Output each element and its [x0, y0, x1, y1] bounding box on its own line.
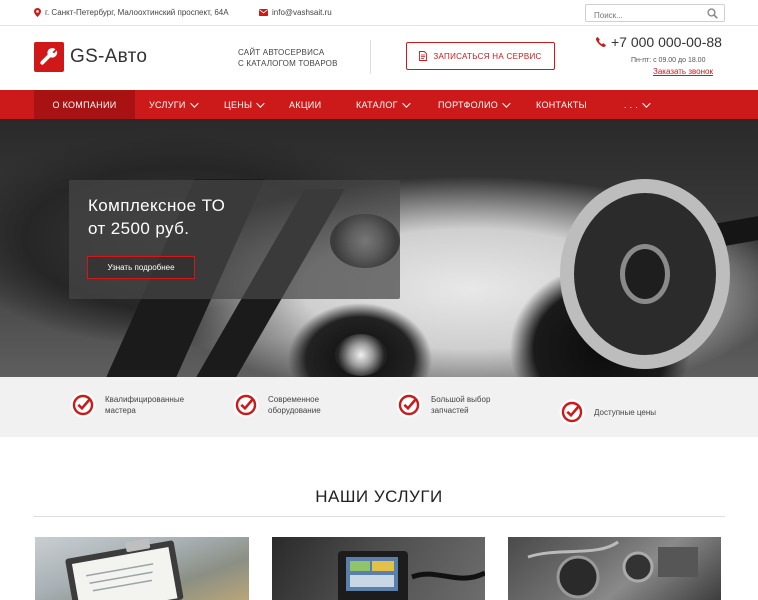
tagline-line-2: С КАТАЛОГОМ ТОВАРОВ: [238, 59, 338, 68]
feature-line-1: Доступные цены: [594, 407, 656, 417]
nav-item-catalog[interactable]: КАТАЛОГ: [356, 90, 411, 119]
check-circle-icon: [396, 392, 422, 418]
feature-text: Квалифицированные мастера: [105, 394, 184, 416]
nav-item-label: КАТАЛОГ: [356, 99, 398, 110]
feature-text: Современное оборудование: [268, 394, 321, 416]
feature-line-1: Большой выбор: [431, 395, 491, 404]
nav-item-more[interactable]: . . .: [624, 90, 651, 119]
diagnostic-scanner-image: [338, 551, 485, 600]
feature-line-1: Квалифицированные: [105, 395, 185, 404]
nav-item-label: ЦЕНЫ: [224, 99, 253, 110]
clipboard-image: [65, 538, 184, 600]
map-pin-icon: [34, 8, 41, 17]
check-circle-icon: [70, 392, 96, 418]
services-divider: [33, 516, 725, 517]
nav-item-contacts[interactable]: КОНТАКТЫ: [536, 90, 587, 119]
engine-bay-image: [527, 540, 698, 599]
nav-item-services[interactable]: УСЛУГИ: [149, 90, 199, 119]
services-title: НАШИ УСЛУГИ: [315, 487, 443, 506]
address: г. Санкт-Петербург, Малоохтинский проспе…: [34, 8, 229, 17]
logo-mark[interactable]: [34, 42, 64, 72]
nav-item-label: УСЛУГИ: [149, 99, 186, 110]
phone-icon: [596, 37, 606, 47]
tagline: САЙТ АВТОСЕРВИСА С КАТАЛОГОМ ТОВАРОВ: [238, 47, 338, 69]
hero-image-headlight: [335, 334, 387, 376]
book-service-button[interactable]: ЗАПИСАТЬСЯ НА СЕРВИС: [406, 42, 555, 70]
nav-item-label: . . .: [624, 99, 639, 110]
address-text: г. Санкт-Петербург, Малоохтинский проспе…: [45, 8, 229, 17]
tagline-line-1: САЙТ АВТОСЕРВИСА: [238, 48, 325, 57]
nav-item-about[interactable]: О КОМПАНИИ: [34, 90, 135, 119]
feature-item: Большой выбор запчастей: [396, 392, 490, 418]
chevron-down-icon: [502, 98, 511, 108]
wrench-icon: [40, 48, 58, 65]
feature-item: Доступные цены: [559, 399, 656, 425]
document-icon: [419, 51, 428, 61]
feature-line-1: Современное: [268, 395, 320, 404]
hero-title-line-1: Комплексное ТО: [88, 196, 226, 215]
nav-item-label: ПОРТФОЛИО: [438, 99, 499, 110]
feature-text: Доступные цены: [594, 407, 656, 418]
nav-item-label: О КОМПАНИИ: [52, 99, 117, 110]
phone-number[interactable]: +7 000 000-00-88: [611, 34, 722, 50]
chevron-down-icon: [401, 98, 411, 108]
nav-item-prices[interactable]: ЦЕНЫ: [224, 90, 265, 119]
service-card-computer-diagnostics[interactable]: [272, 537, 485, 600]
features-strip: Квалифицированные мастера Современное об…: [0, 377, 758, 437]
nav-item-promotions[interactable]: АКЦИИ: [289, 90, 321, 119]
feature-item: Квалифицированные мастера: [70, 392, 184, 418]
service-card-engine-repair[interactable]: [508, 537, 721, 600]
feature-text: Большой выбор запчастей: [431, 394, 490, 416]
feature-line-2: оборудование: [268, 406, 321, 415]
check-circle-icon: [559, 399, 585, 425]
envelope-icon: [259, 9, 268, 16]
email-link[interactable]: info@vashsait.ru: [272, 8, 332, 17]
hero-title-line-2: от 2500 руб.: [88, 219, 190, 238]
hero-caption: Комплексное ТО от 2500 руб. Узнать подро…: [69, 180, 400, 299]
chevron-down-icon: [189, 98, 199, 108]
hero-image-wheel-hub: [620, 244, 670, 304]
header: GS-Авто САЙТ АВТОСЕРВИСА С КАТАЛОГОМ ТОВ…: [0, 26, 758, 90]
service-card-diagnostics-form[interactable]: [35, 537, 249, 600]
logo-text[interactable]: GS-Авто: [70, 46, 147, 68]
chevron-down-icon: [642, 98, 651, 108]
nav-item-portfolio[interactable]: ПОРТФОЛИО: [438, 90, 511, 119]
learn-more-button[interactable]: Узнать подробнее: [87, 256, 195, 279]
feature-line-2: запчастей: [431, 406, 469, 415]
nav-item-label: АКЦИИ: [289, 99, 322, 110]
book-service-label: ЗАПИСАТЬСЯ НА СЕРВИС: [433, 51, 542, 61]
email[interactable]: info@vashsait.ru: [259, 8, 332, 17]
chevron-down-icon: [256, 98, 265, 108]
main-nav: О КОМПАНИИ УСЛУГИ ЦЕНЫ АКЦИИ КАТАЛОГ ПОР…: [0, 90, 758, 119]
search-icon[interactable]: [707, 8, 718, 19]
search-box: [585, 4, 725, 24]
feature-line-2: мастера: [105, 406, 136, 415]
top-bar: г. Санкт-Петербург, Малоохтинский проспе…: [0, 0, 758, 26]
hero-title: Комплексное ТО от 2500 руб.: [88, 194, 225, 240]
working-hours: Пн-пт: с 09.00 до 18.00: [631, 57, 706, 64]
check-circle-icon: [233, 392, 259, 418]
feature-item: Современное оборудование: [233, 392, 321, 418]
hero-slider: Комплексное ТО от 2500 руб. Узнать подро…: [0, 119, 758, 377]
callback-link[interactable]: Заказать звонок: [653, 67, 713, 76]
nav-item-label: КОНТАКТЫ: [536, 99, 587, 110]
header-divider: [370, 40, 371, 74]
phone[interactable]: +7 000 000-00-88: [596, 34, 722, 50]
search-input[interactable]: [586, 7, 696, 24]
